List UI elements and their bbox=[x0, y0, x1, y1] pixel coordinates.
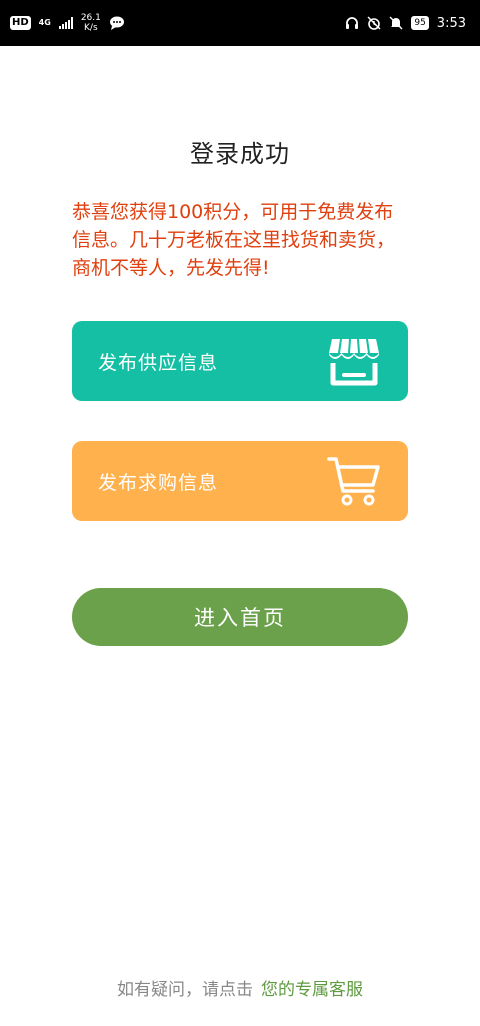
enter-home-button[interactable]: 进入首页 bbox=[72, 588, 408, 646]
cart-icon bbox=[327, 457, 380, 506]
congrats-message: 恭喜您获得100积分，可用于免费发布信息。几十万老板在这里找货和卖货，商机不等人… bbox=[72, 201, 396, 279]
enter-home-label: 进入首页 bbox=[194, 606, 286, 630]
publish-demand-button[interactable]: 发布求购信息 bbox=[72, 441, 408, 521]
publish-supply-label: 发布供应信息 bbox=[98, 351, 219, 374]
status-bar-right: 95 3:53 bbox=[345, 16, 466, 31]
battery-icon: 95 bbox=[411, 16, 429, 30]
network-label: 4G bbox=[38, 18, 51, 27]
speed-unit: K/s bbox=[84, 23, 98, 33]
storefront-icon bbox=[329, 338, 379, 386]
page-title: 登录成功 bbox=[190, 140, 290, 168]
publish-supply-button[interactable]: 发布供应信息 bbox=[72, 321, 408, 401]
network-type: 4G bbox=[39, 19, 51, 27]
status-time: 3:53 bbox=[436, 15, 466, 31]
speed-value: 26.1 bbox=[80, 13, 101, 23]
headphones-icon bbox=[346, 17, 359, 29]
hd-icon: HD bbox=[10, 16, 31, 30]
mute-icon bbox=[389, 16, 403, 30]
footer-prompt: 如有疑问，请点击 bbox=[117, 980, 253, 1000]
signal-icon bbox=[58, 17, 73, 29]
publish-demand-label: 发布求购信息 bbox=[98, 471, 219, 494]
alarm-icon bbox=[367, 16, 381, 30]
status-bar-left: HD 4G 26.1 K/s bbox=[10, 13, 125, 33]
chat-icon bbox=[109, 16, 124, 30]
status-bar: HD 4G 26.1 K/s 95 3:53 bbox=[0, 0, 480, 46]
customer-service-link[interactable]: 您的专属客服 bbox=[261, 980, 363, 1000]
network-speed: 26.1 K/s bbox=[81, 13, 101, 33]
footer: 如有疑问，请点击 您的专属客服 bbox=[0, 975, 480, 1000]
